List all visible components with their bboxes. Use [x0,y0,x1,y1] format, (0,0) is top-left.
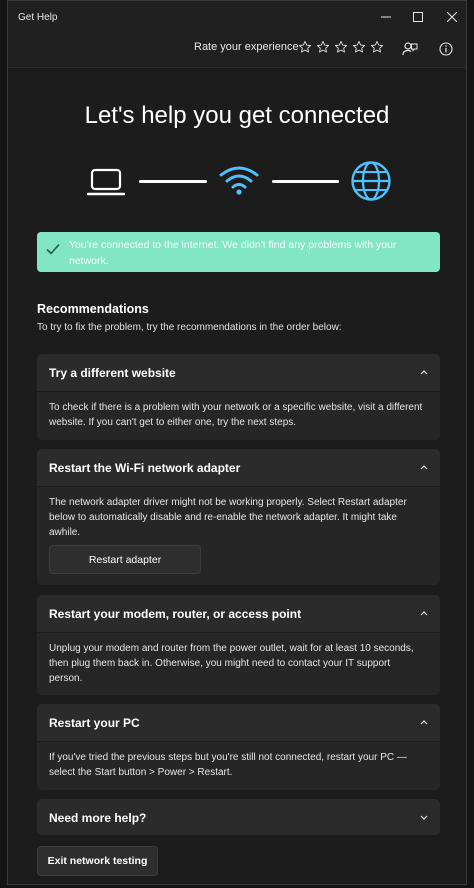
restart-adapter-button[interactable]: Restart adapter [49,545,201,574]
recommendation-card-restart-pc: Restart your PC If you've tried the prev… [37,704,440,790]
recommendation-card-more-help: Need more help? [37,799,440,835]
card-title: Restart the Wi-Fi network adapter [49,461,241,475]
card-title: Restart your PC [49,716,140,730]
chevron-up-icon [420,611,428,616]
minimize-button[interactable] [374,6,398,28]
card-title: Need more help? [49,811,147,825]
connection-diagram [8,158,466,208]
maximize-button[interactable] [406,6,430,28]
chevron-up-icon [420,720,428,725]
close-button[interactable] [440,6,464,28]
title-bar[interactable]: Get Help [8,1,466,33]
status-banner-text: You're connected to the internet. We did… [69,239,397,267]
recommendations-heading: Recommendations [37,302,149,316]
laptop-icon [87,168,125,196]
card-header[interactable]: Restart the Wi-Fi network adapter [37,449,440,485]
wifi-icon [219,166,259,195]
feedback-icon [402,42,418,56]
card-header[interactable]: Restart your PC [37,704,440,740]
star-icon[interactable] [296,38,314,56]
connection-line [139,180,207,183]
card-header[interactable]: Try a different website [37,354,440,390]
connection-line [272,180,339,183]
minimize-icon [381,16,391,18]
card-body: If you've tried the previous steps but y… [37,741,440,790]
recommendation-card-different-website: Try a different website To check if ther… [37,354,440,440]
page-title: Let's help you get connected [84,102,390,129]
card-title: Try a different website [49,366,176,380]
checkmark-icon [46,243,60,255]
star-icon[interactable] [314,38,332,56]
rating-bar: Rate your experience [8,33,466,63]
star-rating[interactable] [296,38,386,56]
card-header[interactable]: Restart your modem, router, or access po… [37,595,440,631]
card-title: Restart your modem, router, or access po… [49,607,302,621]
card-text: The network adapter driver might not be … [49,497,407,538]
card-body: The network adapter driver might not be … [37,486,440,585]
recommendation-card-restart-adapter: Restart the Wi-Fi network adapter The ne… [37,449,440,585]
exit-network-testing-button[interactable]: Exit network testing [37,846,158,876]
get-help-window: Get Help Rate your experience Let's help… [7,0,467,885]
close-icon [447,12,457,22]
card-body: To check if there is a problem with your… [37,391,440,440]
card-header[interactable]: Need more help? [37,799,440,835]
chevron-up-icon [420,465,428,470]
info-icon [439,42,453,56]
card-text: If you've tried the previous steps but y… [49,752,407,778]
info-button[interactable] [435,38,457,60]
card-text: Unplug your modem and router from the po… [49,643,414,684]
card-text: To check if there is a problem with your… [49,402,423,428]
feedback-button[interactable] [399,38,421,60]
recommendation-card-restart-modem: Restart your modem, router, or access po… [37,595,440,695]
star-icon[interactable] [368,38,386,56]
globe-icon [351,161,391,201]
card-body: Unplug your modem and router from the po… [37,632,440,695]
main-content: Let's help you get connected You're conn… [8,67,466,884]
star-icon[interactable] [350,38,368,56]
maximize-icon [413,12,423,22]
chevron-up-icon [420,370,428,375]
status-banner: You're connected to the internet. We did… [37,232,440,272]
recommendations-subtitle: To try to fix the problem, try the recom… [37,322,342,333]
star-icon[interactable] [332,38,350,56]
app-title: Get Help [18,12,58,23]
chevron-down-icon [420,815,428,820]
rate-experience-label: Rate your experience [194,41,299,53]
